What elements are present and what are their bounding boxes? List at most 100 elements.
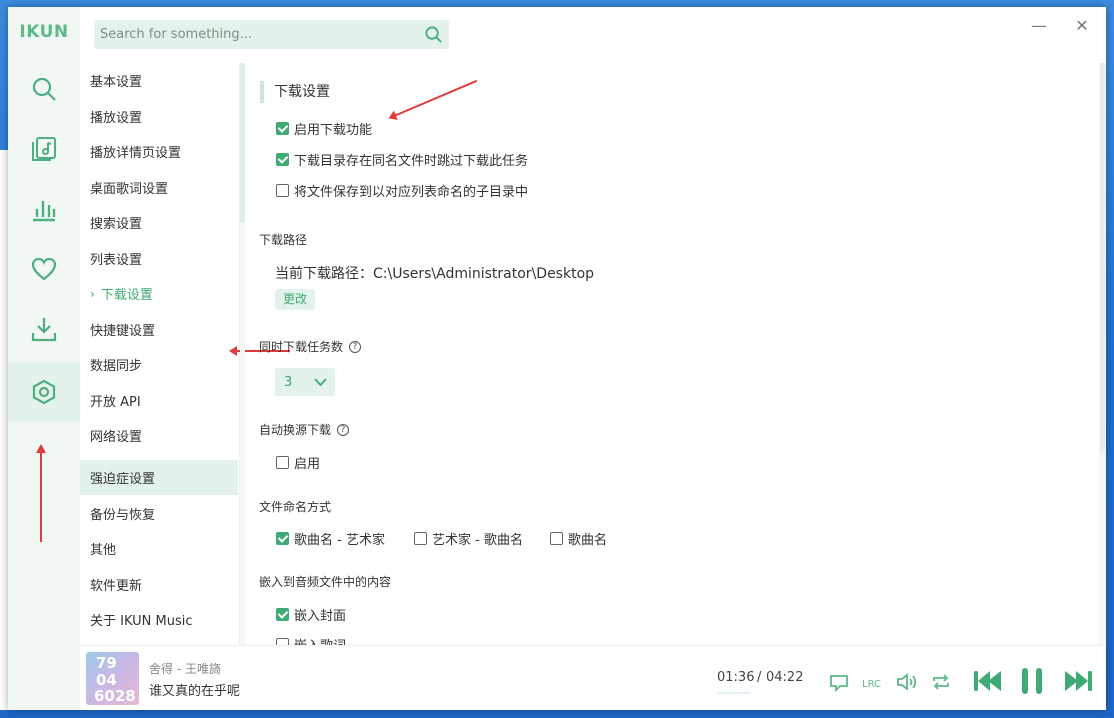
close-button[interactable]: ✕ [1067, 13, 1097, 37]
nav-item-label: 播放设置 [90, 111, 143, 126]
checkbox-embed-lyric[interactable]: 嵌入歌词 [276, 635, 346, 645]
nav-item-label: 网络设置 [90, 430, 143, 445]
checkbox-label: 嵌入歌词 [294, 635, 346, 645]
content-scrollbar[interactable] [1099, 63, 1106, 645]
nav-item-label: 其他 [90, 543, 117, 558]
checkbox-naming-song[interactable]: 歌曲名 [550, 529, 607, 548]
help-icon[interactable]: ? [337, 423, 350, 436]
nav-item-search[interactable]: 搜索设置 [80, 205, 238, 240]
heart-icon [31, 257, 57, 281]
nav-item-update[interactable]: 软件更新 [80, 567, 238, 602]
checkbox-embed-cover[interactable]: 嵌入封面 [276, 605, 346, 624]
track-title: 谁又真的在乎呢 [149, 684, 241, 699]
nav-item-desktop-lyric[interactable]: 桌面歌词设置 [80, 170, 238, 205]
rail-search[interactable] [8, 59, 80, 119]
next-track-icon[interactable] [1063, 668, 1093, 694]
embed-label: 嵌入到音频文件中的内容 [259, 573, 391, 590]
search-icon[interactable] [424, 25, 443, 44]
checkbox-label: 启用下载功能 [294, 123, 373, 138]
minimize-button[interactable]: — [1024, 13, 1054, 37]
lyric-label: LRC [862, 679, 881, 690]
checkbox-label: 歌曲名 - 艺术家 [294, 533, 385, 548]
group-label-text: 下载路径 [259, 233, 308, 247]
cover-text: 79 [96, 654, 117, 672]
nav-item-label: 桌面歌词设置 [90, 182, 169, 197]
checkbox-label: 歌曲名 [568, 533, 608, 548]
nav-item-label: 软件更新 [90, 579, 143, 594]
nav-item-label: 搜索设置 [90, 217, 143, 232]
auto-source-label: 自动换源下载 ? [259, 421, 350, 438]
checkbox-auto-source[interactable]: 启用 [276, 453, 320, 472]
checkbox-label: 艺术家 - 歌曲名 [432, 533, 523, 548]
checkbox-enable-download[interactable]: 启用下载功能 [276, 119, 372, 138]
checkbox-naming-artist-song[interactable]: 艺术家 - 歌曲名 [414, 529, 523, 548]
naming-label: 文件命名方式 [259, 498, 331, 515]
download-icon [31, 318, 57, 342]
checkbox-checked-icon [276, 153, 289, 166]
nav-item-backup[interactable]: 备份与恢复 [80, 496, 238, 531]
rail-settings[interactable] [8, 362, 80, 422]
download-settings-panel: 下载设置 启用下载功能 下载目录存在同名文件时跳过下载此任务 将文件保存到以对应… [248, 63, 1098, 645]
select-value: 3 [284, 374, 293, 390]
repeat-icon[interactable] [929, 670, 953, 694]
annotation-arrow-up [36, 444, 46, 542]
rail-favorites[interactable] [8, 239, 80, 299]
track-album-artist: 舍得 - 王唯旖 [149, 662, 221, 676]
nav-item-download[interactable]: › 下载设置 [80, 276, 238, 311]
nav-scrollbar[interactable] [240, 63, 245, 645]
nav-item-playback[interactable]: 播放设置 [80, 99, 238, 134]
checkbox-label: 嵌入封面 [294, 609, 347, 624]
nav-item-odc[interactable]: 强迫症设置 [80, 460, 238, 495]
checkbox-unchecked-icon [414, 532, 427, 545]
time-separator: / [757, 670, 762, 685]
nav-item-label: 关于 IKUN Music [90, 614, 193, 629]
rail-songlist[interactable] [8, 119, 80, 179]
lyric-icon[interactable]: LRC [861, 670, 885, 694]
search-input[interactable] [94, 20, 414, 49]
volume-icon[interactable] [895, 670, 919, 694]
cover-text: 6028 [94, 687, 136, 705]
section-title: 下载设置 [260, 81, 330, 103]
nav-item-other[interactable]: 其他 [80, 531, 238, 566]
checkbox-checked-icon [276, 608, 289, 621]
album-cover[interactable]: 79 04 6028 [86, 652, 139, 705]
nav-item-basic[interactable]: 基本设置 [80, 63, 238, 98]
icon-rail: IKUN [8, 7, 80, 710]
comment-icon[interactable] [827, 670, 851, 694]
nav-item-sync[interactable]: 数据同步 [80, 347, 238, 382]
pause-icon[interactable] [1019, 666, 1045, 696]
brand-logo: IKUN [19, 22, 69, 42]
checkbox-naming-song-artist[interactable]: 歌曲名 - 艺术家 [276, 529, 385, 548]
checkbox-label: 下载目录存在同名文件时跳过下载此任务 [294, 154, 529, 169]
help-icon[interactable]: ? [349, 340, 362, 353]
checkbox-unchecked-icon [276, 638, 289, 645]
concurrent-label: 同时下载任务数 ? [259, 338, 362, 355]
nav-item-about[interactable]: 关于 IKUN Music [80, 602, 238, 637]
checkbox-unchecked-icon [276, 456, 289, 469]
nav-item-label: 强迫症设置 [90, 472, 156, 487]
previous-track-icon[interactable] [973, 668, 1003, 694]
annotation-arrow-diagonal [393, 79, 478, 117]
rail-leaderboard[interactable] [8, 179, 80, 239]
group-label-text: 自动换源下载 [259, 423, 332, 437]
change-path-button[interactable]: 更改 [275, 289, 316, 310]
checkbox-skip-existing[interactable]: 下载目录存在同名文件时跳过下载此任务 [276, 150, 528, 169]
music-list-icon [32, 137, 56, 161]
checkbox-label: 将文件保存到以对应列表命名的子目录中 [294, 185, 529, 200]
nav-item-open-api[interactable]: 开放 API [80, 383, 238, 418]
player-bar: 79 04 6028 舍得 - 王唯旖 谁又真的在乎呢 01:36 / 04:2… [80, 645, 1106, 710]
time-total: 04:22 [766, 670, 804, 685]
nav-item-network[interactable]: 网络设置 [80, 418, 238, 453]
checkbox-list-subdir[interactable]: 将文件保存到以对应列表命名的子目录中 [276, 181, 528, 200]
nav-item-hotkey[interactable]: 快捷键设置 [80, 312, 238, 347]
nav-item-label: 数据同步 [90, 359, 143, 374]
nav-item-label: 播放详情页设置 [90, 146, 182, 161]
concurrent-select[interactable]: 3 [275, 368, 335, 396]
rail-download[interactable] [8, 299, 80, 359]
search-box[interactable] [94, 20, 449, 49]
nav-item-label: 基本设置 [90, 75, 143, 90]
checkbox-checked-icon [276, 122, 289, 135]
nav-item-play-detail[interactable]: 播放详情页设置 [80, 134, 238, 169]
nav-item-list[interactable]: 列表设置 [80, 241, 238, 276]
time-current: 01:36 [717, 670, 755, 685]
